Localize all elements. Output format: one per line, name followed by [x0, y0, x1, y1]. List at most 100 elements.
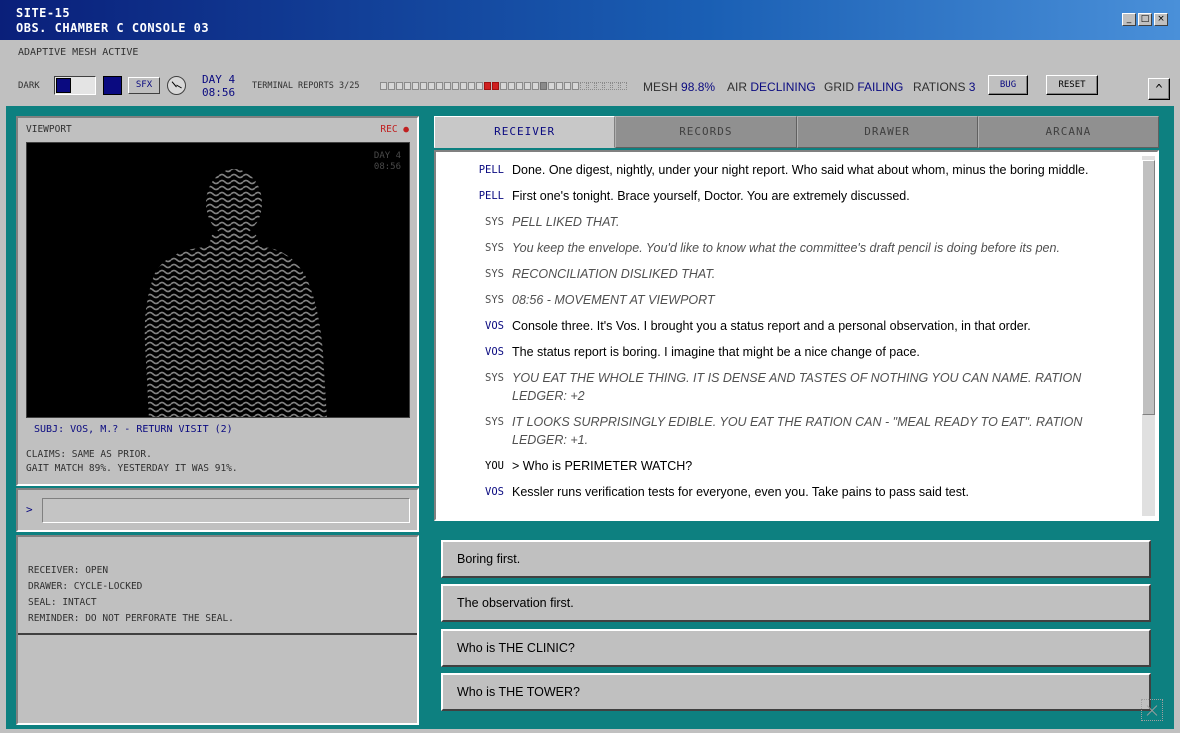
report-box — [564, 82, 571, 90]
log-message: > Who is PERIMETER WATCH? — [512, 459, 693, 473]
log-scrollbar-thumb[interactable] — [1142, 160, 1155, 415]
receiver-status: RECEIVER: OPEN — [28, 565, 109, 576]
log-speaker: SYS — [485, 216, 504, 228]
sfx-button[interactable]: SFX — [128, 77, 160, 94]
log-entry: PELL First one's tonight. Brace yourself,… — [436, 184, 1136, 210]
report-box — [476, 82, 483, 90]
claims-text: CLAIMS: SAME AS PRIOR. GAIT MATCH 89%. Y… — [26, 448, 238, 476]
device-status-list: RECEIVER: OPEN DRAWER: CYCLE-LOCKED SEAL… — [28, 563, 234, 627]
log-speaker: VOS — [485, 346, 504, 358]
report-box — [452, 82, 459, 90]
log-entry: SYS YOU EAT THE WHOLE THING. IT IS DENSE … — [436, 366, 1136, 410]
receiver-log: PELL Done. One digest, nightly, under you… — [434, 150, 1159, 521]
choice-button[interactable]: Who is THE CLINIC? — [441, 629, 1151, 667]
mesh-label: MESH — [643, 80, 678, 94]
report-box — [516, 82, 523, 90]
report-box — [532, 82, 539, 90]
report-box-empty — [612, 82, 619, 90]
choice-button[interactable]: The observation first. — [441, 584, 1151, 622]
log-entry: VOS Console three. It's Vos. I brought yo… — [436, 314, 1136, 340]
log-speaker: YOU — [485, 460, 504, 472]
log-message: PELL LIKED THAT. — [512, 215, 620, 229]
minimize-button[interactable]: _ — [1122, 13, 1136, 26]
overlay-day: DAY 4 — [373, 151, 401, 161]
tab-arcana[interactable]: ARCANA — [977, 116, 1159, 148]
drawer-status: DRAWER: CYCLE-LOCKED — [28, 581, 143, 592]
report-box — [404, 82, 411, 90]
log-entry: SYS PELL LIKED THAT. — [436, 210, 1136, 236]
command-prompt: > — [26, 503, 33, 516]
choice-button[interactable]: Who is THE TOWER? — [441, 673, 1151, 711]
status-divider — [18, 633, 417, 635]
console-title: OBS. CHAMBER C CONSOLE 03 — [16, 21, 210, 35]
log-message: RECONCILIATION DISLIKED THAT. — [512, 267, 716, 281]
air-label: AIR — [727, 80, 748, 94]
reminder-status: REMINDER: DO NOT PERFORATE THE SEAL. — [28, 613, 234, 624]
overlay-time: 08:56 — [373, 162, 401, 172]
tab-receiver[interactable]: RECEIVER — [434, 116, 616, 148]
close-button[interactable]: × — [1154, 13, 1168, 26]
command-panel: > — [16, 488, 419, 532]
log-message: Kessler runs verification tests for ever… — [512, 485, 969, 499]
report-box — [508, 82, 515, 90]
terminal-reports-label: TERMINAL REPORTS 3/25 — [252, 81, 360, 91]
log-speaker: SYS — [485, 416, 504, 428]
report-box — [444, 82, 451, 90]
air-value: DECLINING — [750, 80, 816, 94]
mesh-status: ADAPTIVE MESH ACTIVE — [18, 47, 139, 58]
report-box-empty — [580, 82, 587, 90]
resize-icon[interactable] — [1141, 699, 1163, 721]
color-swatch-button[interactable] — [103, 76, 122, 95]
reset-button[interactable]: RESET — [1046, 75, 1098, 95]
log-message: 08:56 - MOVEMENT AT VIEWPORT — [512, 293, 715, 307]
report-box — [548, 82, 555, 90]
air-stat: AIR DECLINING — [727, 80, 816, 94]
dark-label: DARK — [18, 81, 40, 91]
log-speaker: SYS — [485, 242, 504, 254]
log-message: YOU EAT THE WHOLE THING. IT IS DENSE AND… — [512, 371, 1082, 403]
collapse-button[interactable]: ^ — [1148, 78, 1170, 100]
bug-button[interactable]: BUG — [988, 75, 1028, 95]
report-box — [524, 82, 531, 90]
choice-button[interactable]: Boring first. — [441, 540, 1151, 578]
claims-line: CLAIMS: SAME AS PRIOR. — [26, 449, 152, 460]
mesh-stat: MESH 98.8% — [643, 80, 715, 94]
command-input[interactable] — [42, 498, 410, 523]
report-box — [460, 82, 467, 90]
log-entry: SYS RECONCILIATION DISLIKED THAT. — [436, 262, 1136, 288]
day-time: DAY 4 08:56 — [202, 73, 235, 99]
log-speaker: PELL — [478, 190, 504, 202]
log-entry: PELL Done. One digest, nightly, under you… — [436, 158, 1136, 184]
viewport-panel: VIEWPORT REC ● DAY 4 08:56 SUBJ: VOS, M.… — [16, 116, 419, 486]
log-message: First one's tonight. Brace yourself, Doc… — [512, 189, 910, 203]
tab-drawer[interactable]: DRAWER — [796, 116, 978, 148]
report-box — [396, 82, 403, 90]
log-speaker: VOS — [485, 486, 504, 498]
report-box — [420, 82, 427, 90]
viewport-screen: DAY 4 08:56 — [26, 142, 410, 418]
log-speaker: SYS — [485, 268, 504, 280]
subject-label: SUBJ: VOS, M.? - RETURN VISIT (2) — [34, 424, 233, 435]
report-box — [500, 82, 507, 90]
log-entry: SYS You keep the envelope. You'd like to … — [436, 236, 1136, 262]
log-message: Done. One digest, nightly, under your ni… — [512, 163, 1089, 177]
figure-silhouette — [144, 169, 327, 417]
log-entry: SYS 08:56 - MOVEMENT AT VIEWPORT — [436, 288, 1136, 314]
log-entry: YOU > Who is PERIMETER WATCH? — [436, 454, 1136, 480]
tab-bar: RECEIVER RECORDS DRAWER ARCANA — [434, 116, 1159, 148]
report-box — [484, 82, 491, 90]
log-message: The status report is boring. I imagine t… — [512, 345, 920, 359]
terminal-report-boxes — [380, 82, 627, 90]
clock-icon[interactable] — [167, 76, 186, 95]
tab-records[interactable]: RECORDS — [615, 116, 797, 148]
report-box-empty — [588, 82, 595, 90]
log-message: IT LOOKS SURPRISINGLY EDIBLE. YOU EAT TH… — [512, 415, 1083, 447]
report-box — [492, 82, 499, 90]
grid-stat: GRID FAILING — [824, 80, 903, 94]
rec-indicator: REC ● — [380, 124, 409, 135]
report-box-empty — [596, 82, 603, 90]
dark-toggle[interactable] — [54, 76, 96, 95]
maximize-button[interactable]: □ — [1138, 13, 1152, 26]
report-box — [388, 82, 395, 90]
log-speaker: PELL — [478, 164, 504, 176]
